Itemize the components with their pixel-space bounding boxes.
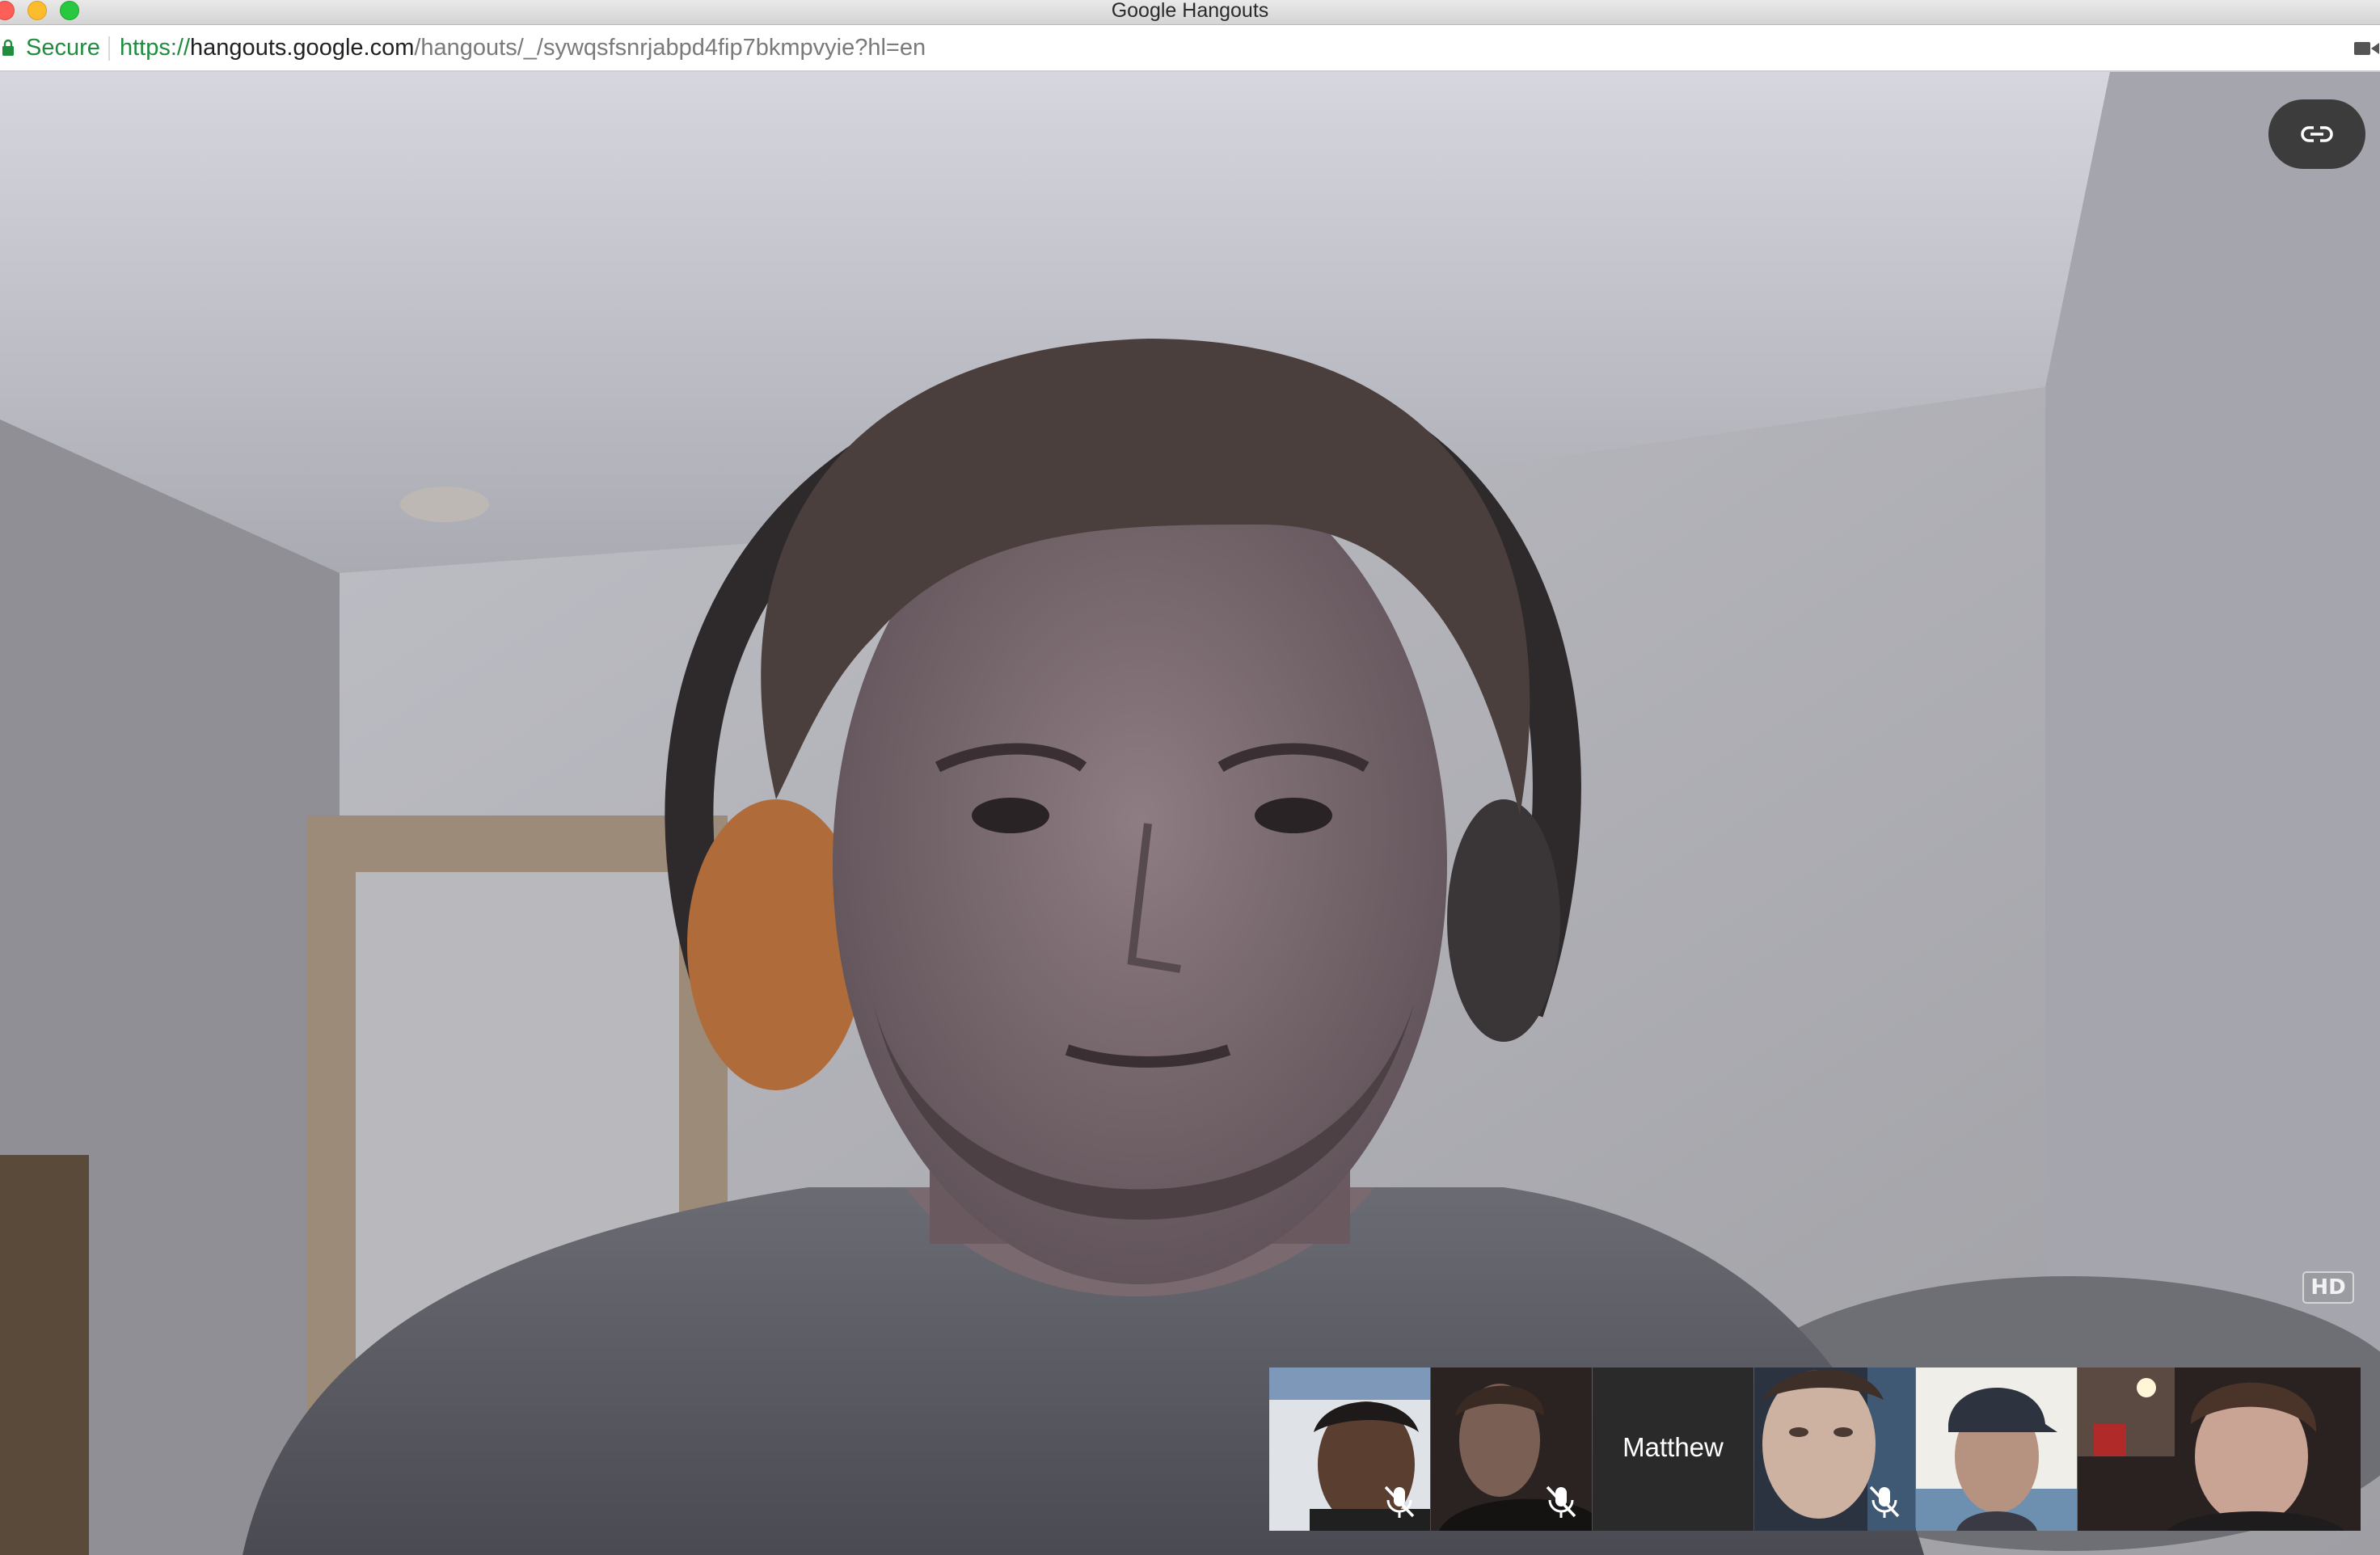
window-title: Google Hangouts	[1111, 0, 1269, 22]
url-host: hangouts.google.com	[190, 35, 415, 61]
copy-link-button[interactable]	[2268, 99, 2365, 169]
participant-thumbnail[interactable]	[1431, 1367, 1592, 1531]
participant-thumbnail[interactable]	[1916, 1367, 2077, 1531]
link-icon	[2301, 126, 2333, 142]
mic-off-icon	[1546, 1485, 1576, 1518]
participant-thumbnail[interactable]: Matthew	[1593, 1367, 1753, 1531]
participant-video	[2078, 1367, 2361, 1531]
address-bar[interactable]: Secure https://hangouts.google.com/hango…	[0, 25, 2380, 72]
mic-off-icon	[1869, 1485, 1900, 1518]
participant-thumbnail[interactable]	[1269, 1367, 1430, 1531]
window-title-bar: Google Hangouts	[0, 0, 2380, 25]
secure-label: Secure	[26, 35, 100, 61]
participant-thumbnail[interactable]	[1754, 1367, 1915, 1531]
main-participant-video	[0, 72, 2380, 1555]
address-separator	[108, 36, 110, 61]
url-path: /hangouts/_/sywqsfsnrjabpd4fip7bkmpvyie?…	[414, 35, 926, 61]
lock-icon	[2, 39, 14, 56]
camera-icon[interactable]	[2354, 40, 2380, 57]
url-scheme: https://	[120, 35, 191, 61]
participant-name: Matthew	[1623, 1432, 1724, 1462]
participant-filmstrip: Matthew	[1269, 1367, 2364, 1531]
hd-quality-badge[interactable]: HD	[2302, 1271, 2354, 1304]
url-text[interactable]: https://hangouts.google.com/hangouts/_/s…	[120, 35, 926, 61]
participant-thumbnail[interactable]	[2078, 1367, 2361, 1531]
main-video-feed[interactable]: HD	[0, 72, 2380, 1555]
participant-video	[1916, 1367, 2077, 1531]
mic-off-icon	[1384, 1485, 1415, 1518]
